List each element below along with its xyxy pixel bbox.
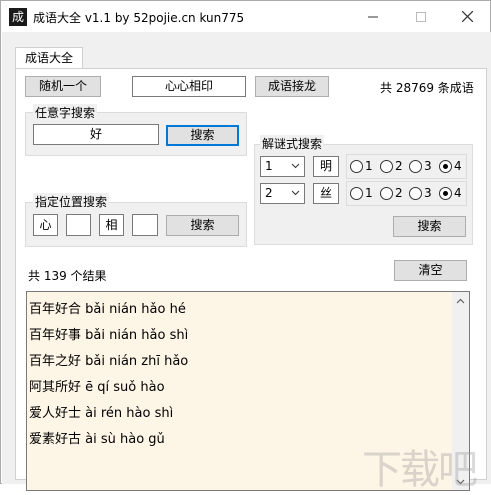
riddle-1-radio-2[interactable]	[380, 160, 393, 173]
position-char-2[interactable]	[66, 214, 91, 236]
list-item: 百年之好 bǎi nián zhī hǎo	[29, 354, 189, 369]
maximize-icon	[416, 11, 426, 22]
any-char-input[interactable]: 好	[33, 124, 159, 145]
results-summary: 共 139 个结果	[28, 269, 107, 283]
riddle-position-select-1[interactable]: 1	[260, 156, 305, 177]
list-item: 爱人好士 ài rén hào shì	[29, 406, 174, 421]
current-idiom-field[interactable]: 心心相印	[132, 76, 246, 97]
clear-button[interactable]: 清空	[394, 260, 467, 281]
riddle-1-radio-1-label: 1	[365, 159, 373, 173]
riddle-char-1[interactable]: 明	[313, 156, 339, 177]
list-item: 百年好事 bǎi nián hǎo shì	[29, 328, 189, 343]
any-char-search-label: 任意字搜索	[33, 104, 98, 121]
riddle-position-select-2[interactable]: 2	[260, 183, 305, 204]
position-search-button[interactable]: 搜索	[166, 215, 239, 236]
riddle-2-radio-2[interactable]	[380, 187, 393, 200]
minimize-icon	[368, 16, 378, 17]
riddle-char-2[interactable]: 丝	[313, 183, 339, 204]
tab-idioms[interactable]: 成语大全	[15, 47, 83, 69]
riddle-2-radio-4[interactable]	[439, 187, 452, 200]
close-button[interactable]	[444, 1, 490, 32]
chevron-down-icon	[291, 163, 300, 169]
chevron-down-icon	[291, 190, 300, 196]
list-item: 阿其所好 ē qí suǒ hào	[29, 380, 165, 395]
riddle-1-radio-4-label: 4	[454, 159, 462, 173]
riddle-position-value-1: 1	[265, 159, 273, 173]
riddle-2-radio-4-label: 4	[454, 186, 462, 200]
riddle-1-radio-1[interactable]	[350, 160, 363, 173]
scroll-up-button[interactable]	[452, 292, 469, 309]
idiom-count: 共 28769 条成语	[380, 81, 474, 95]
riddle-position-value-2: 2	[265, 186, 273, 200]
list-item: 百年好合 bǎi nián hǎo hé	[29, 302, 186, 317]
tab-panel: 随机一个 心心相印 成语接龙 共 28769 条成语 任意字搜索 好 搜索 指定…	[15, 68, 487, 491]
app-icon: 成	[9, 8, 27, 26]
riddle-2-radio-1[interactable]	[350, 187, 363, 200]
position-char-1[interactable]: 心	[33, 214, 58, 236]
riddle-search-button[interactable]: 搜索	[393, 216, 466, 237]
position-char-4[interactable]	[132, 214, 158, 236]
random-button[interactable]: 随机一个	[25, 76, 101, 97]
any-char-search-button[interactable]: 搜索	[166, 125, 239, 146]
watermark-logo: 下载吧	[362, 447, 478, 493]
position-char-3[interactable]: 相	[99, 214, 124, 236]
riddle-search-label: 解谜式搜索	[260, 135, 325, 152]
chain-button[interactable]: 成语接龙	[255, 76, 329, 97]
riddle-1-radio-3-label: 3	[424, 159, 432, 173]
chevron-up-icon	[456, 298, 465, 303]
riddle-2-radio-3-label: 3	[424, 186, 432, 200]
position-search-label: 指定位置搜索	[33, 193, 110, 210]
riddle-2-radio-2-label: 2	[395, 186, 403, 200]
riddle-1-radio-3[interactable]	[409, 160, 422, 173]
riddle-1-radio-4[interactable]	[439, 160, 452, 173]
maximize-button[interactable]	[398, 1, 444, 32]
riddle-2-radio-1-label: 1	[365, 186, 373, 200]
riddle-1-radio-2-label: 2	[395, 159, 403, 173]
riddle-2-radio-3[interactable]	[409, 187, 422, 200]
list-item: 爱素好古 ài sù hào gǔ	[29, 432, 165, 447]
client-area: 成语大全 随机一个 心心相印 成语接龙 共 28769 条成语 任意字搜索 好 …	[2, 32, 491, 493]
app-window: 成 成语大全 v1.1 by 52pojie.cn kun775 成语大全 随机…	[0, 0, 491, 493]
close-icon	[461, 11, 473, 22]
title-bar[interactable]: 成 成语大全 v1.1 by 52pojie.cn kun775	[1, 1, 490, 32]
minimize-button[interactable]	[350, 1, 396, 32]
window-title: 成语大全 v1.1 by 52pojie.cn kun775	[33, 11, 245, 25]
